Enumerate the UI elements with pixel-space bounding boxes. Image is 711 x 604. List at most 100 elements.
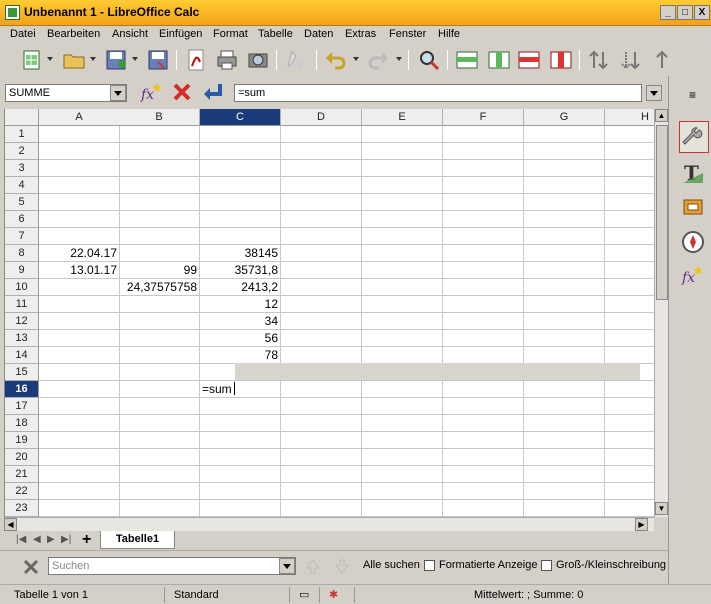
name-box-dropdown-icon[interactable] <box>110 85 126 101</box>
cell-c10[interactable]: 2413,2 <box>200 279 280 295</box>
row-header-16[interactable]: 16 <box>5 381 39 398</box>
close-button[interactable]: X <box>694 5 710 20</box>
row-header-7[interactable]: 7 <box>5 228 39 245</box>
menu-einfuegen[interactable]: Einfügen <box>159 28 202 40</box>
insert-columns-icon[interactable] <box>487 48 511 72</box>
new-document-icon[interactable] <box>20 48 44 72</box>
row-header-3[interactable]: 3 <box>5 160 39 177</box>
menu-datei[interactable]: Datei <box>10 28 36 40</box>
page-style[interactable]: Standard <box>170 587 290 603</box>
name-box[interactable]: SUMME <box>5 84 127 102</box>
cell-c12[interactable]: 34 <box>200 313 280 329</box>
cell-c8[interactable]: 38145 <box>200 245 280 261</box>
row-header-9[interactable]: 9 <box>5 262 39 279</box>
find-input[interactable]: Suchen <box>48 557 296 575</box>
print-preview-icon[interactable] <box>246 48 270 72</box>
sort-descending-icon[interactable] <box>619 48 643 72</box>
selection-mode-icon[interactable]: ▭ <box>295 587 320 603</box>
find-all-button[interactable]: Alle suchen <box>363 559 420 571</box>
row-header-11[interactable]: 11 <box>5 296 39 313</box>
delete-columns-icon[interactable] <box>549 48 573 72</box>
row-header-12[interactable]: 12 <box>5 313 39 330</box>
row-header-14[interactable]: 14 <box>5 347 39 364</box>
save-icon[interactable] <box>104 48 128 72</box>
column-header-c[interactable]: C <box>200 109 281 126</box>
first-sheet-icon[interactable]: |◀ <box>16 534 26 545</box>
row-header-17[interactable]: 17 <box>5 398 39 415</box>
column-header-f[interactable]: F <box>443 109 524 126</box>
row-header-22[interactable]: 22 <box>5 483 39 500</box>
find-replace-icon[interactable] <box>417 48 441 72</box>
menu-ansicht[interactable]: Ansicht <box>112 28 148 40</box>
menu-daten[interactable]: Daten <box>304 28 333 40</box>
prev-sheet-icon[interactable]: ◀ <box>33 534 41 545</box>
insert-rows-icon[interactable] <box>455 48 479 72</box>
clone-formatting-icon[interactable] <box>285 48 309 72</box>
cell-c13[interactable]: 56 <box>200 330 280 346</box>
cell-a8[interactable]: 22.04.17 <box>39 245 119 261</box>
menu-extras[interactable]: Extras <box>345 28 376 40</box>
row-header-4[interactable]: 4 <box>5 177 39 194</box>
styles-icon[interactable]: T <box>681 161 705 185</box>
vertical-scroll-thumb[interactable] <box>656 125 668 300</box>
menu-bearbeiten[interactable]: Bearbeiten <box>47 28 100 40</box>
delete-rows-icon[interactable] <box>517 48 541 72</box>
scroll-right-icon[interactable]: ▶ <box>635 518 648 531</box>
scroll-up-icon[interactable]: ▲ <box>655 109 668 122</box>
accept-icon[interactable] <box>202 82 224 102</box>
minimize-button[interactable]: _ <box>660 5 676 20</box>
undo-dropdown-icon[interactable] <box>353 57 359 61</box>
open-folder-icon[interactable] <box>62 48 86 72</box>
cell-c9[interactable]: 35731,8 <box>200 262 280 278</box>
select-all-corner[interactable] <box>5 109 39 126</box>
sidebar-menu-icon[interactable]: ≡ <box>689 88 696 102</box>
navigator-icon[interactable] <box>681 230 705 254</box>
column-header-a[interactable]: A <box>39 109 120 126</box>
row-header-15[interactable]: 15 <box>5 364 39 381</box>
function-wizard-icon[interactable]: fx <box>140 81 164 105</box>
menu-hilfe[interactable]: Hilfe <box>438 28 460 40</box>
column-header-h[interactable]: H <box>605 109 654 126</box>
undo-icon[interactable] <box>324 48 348 72</box>
cell-a9[interactable]: 13.01.17 <box>39 262 119 278</box>
formatted-display-checkbox[interactable] <box>424 560 435 571</box>
row-header-8[interactable]: 8 <box>5 245 39 262</box>
cell-b10[interactable]: 24,37575758 <box>119 279 199 295</box>
row-header-5[interactable]: 5 <box>5 194 39 211</box>
horizontal-scrollbar[interactable]: ◀ ▶ <box>4 517 654 531</box>
cell-b9[interactable]: 99 <box>119 262 199 278</box>
menu-tabelle[interactable]: Tabelle <box>258 28 293 40</box>
column-header-d[interactable]: D <box>281 109 362 126</box>
scroll-down-icon[interactable]: ▼ <box>655 502 668 515</box>
print-icon[interactable] <box>215 48 239 72</box>
row-header-1[interactable]: 1 <box>5 126 39 143</box>
tab-tabelle1[interactable]: Tabelle1 <box>100 531 175 549</box>
scroll-left-icon[interactable]: ◀ <box>4 518 17 531</box>
new-dropdown-icon[interactable] <box>47 57 53 61</box>
save-as-icon[interactable] <box>146 48 170 72</box>
autofilter-icon[interactable] <box>650 48 674 72</box>
formula-expand-icon[interactable] <box>646 85 662 101</box>
row-header-10[interactable]: 10 <box>5 279 39 296</box>
row-header-21[interactable]: 21 <box>5 466 39 483</box>
properties-wrench-icon[interactable] <box>681 124 705 148</box>
column-header-g[interactable]: G <box>524 109 605 126</box>
pdf-export-icon[interactable] <box>184 48 208 72</box>
redo-dropdown-icon[interactable] <box>396 57 402 61</box>
column-header-e[interactable]: E <box>362 109 443 126</box>
functions-icon[interactable]: fx <box>681 264 705 288</box>
cell-c16[interactable]: =sum <box>202 381 282 397</box>
gallery-icon[interactable] <box>681 194 705 218</box>
cell-c14[interactable]: 78 <box>200 347 280 363</box>
find-next-icon[interactable] <box>333 557 351 575</box>
row-header-13[interactable]: 13 <box>5 330 39 347</box>
add-sheet-icon[interactable]: + <box>82 531 91 549</box>
cancel-icon[interactable] <box>172 82 192 102</box>
next-sheet-icon[interactable]: ▶ <box>47 534 55 545</box>
row-header-20[interactable]: 20 <box>5 449 39 466</box>
redo-icon[interactable] <box>366 48 390 72</box>
row-header-23[interactable]: 23 <box>5 500 39 517</box>
row-header-19[interactable]: 19 <box>5 432 39 449</box>
maximize-button[interactable]: □ <box>677 5 693 20</box>
sort-ascending-icon[interactable] <box>587 48 611 72</box>
